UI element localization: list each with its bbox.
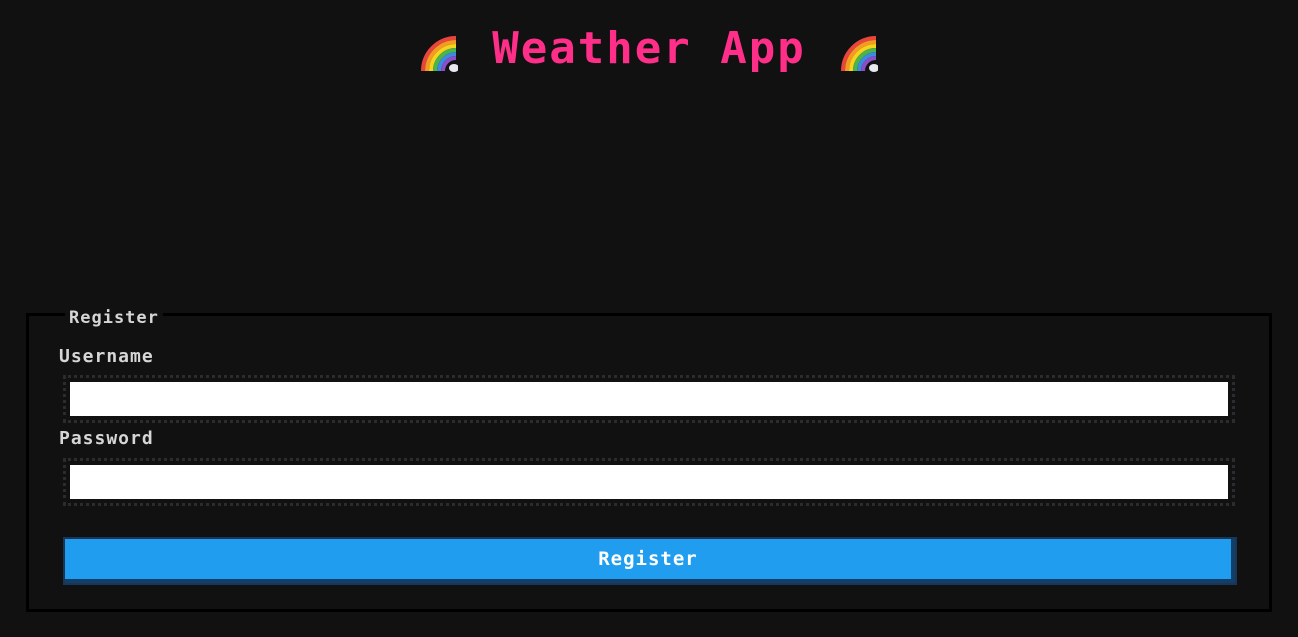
app-title: Weather App (492, 22, 806, 74)
username-label: Username (59, 346, 154, 367)
rainbow-icon (420, 35, 460, 73)
register-button-frame: Register (63, 537, 1237, 585)
form-legend: Register (65, 308, 163, 328)
password-label: Password (59, 428, 154, 449)
app-header: Weather App (0, 22, 1298, 74)
username-field-frame (63, 375, 1235, 423)
password-field-frame (63, 458, 1235, 506)
username-input[interactable] (70, 382, 1228, 416)
register-form: Register Username Password Register (26, 308, 1272, 612)
register-button[interactable]: Register (65, 539, 1235, 583)
rainbow-icon (840, 35, 879, 73)
password-input[interactable] (70, 465, 1228, 499)
